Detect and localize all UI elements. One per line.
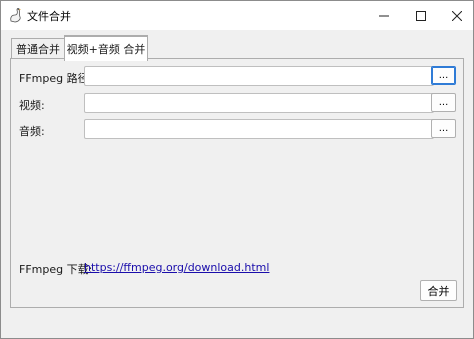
ffmpeg-download-link[interactable]: https://ffmpeg.org/download.html xyxy=(84,261,269,274)
close-button[interactable] xyxy=(435,1,474,30)
video-browse-button[interactable]: ... xyxy=(431,93,456,112)
ffmpeg-download-label: FFmpeg 下载: xyxy=(19,263,93,276)
video-label: 视频: xyxy=(19,99,45,112)
tab-panel-video-audio: FFmpeg 路径: ... 视频: ... 音频: ... FFmpeg 下载… xyxy=(10,58,464,308)
tab-normal-merge[interactable]: 普通合并 xyxy=(11,38,65,59)
goose-app-icon xyxy=(7,6,25,24)
audio-input[interactable] xyxy=(84,119,434,139)
merge-button[interactable]: 合并 xyxy=(420,280,457,301)
tab-label: 普通合并 xyxy=(16,43,60,56)
ffmpeg-path-label: FFmpeg 路径: xyxy=(19,72,93,85)
window-title: 文件合并 xyxy=(27,10,71,23)
audio-label: 音频: xyxy=(19,125,45,138)
audio-browse-button[interactable]: ... xyxy=(431,119,456,138)
ffmpeg-path-input[interactable] xyxy=(84,66,434,86)
title-bar[interactable]: 文件合并 xyxy=(1,1,473,30)
tab-label: 视频+音频 合并 xyxy=(66,43,146,56)
app-window: 文件合并 普通合并 视频+音频 合并 FFmpeg 路径: ... 视频: ..… xyxy=(0,0,474,339)
ffmpeg-browse-button[interactable]: ... xyxy=(431,66,456,85)
close-icon xyxy=(452,10,462,21)
tab-video-audio-merge[interactable]: 视频+音频 合并 xyxy=(64,35,148,61)
maximize-icon xyxy=(416,10,426,21)
video-input[interactable] xyxy=(84,93,434,113)
minimize-icon xyxy=(379,15,389,16)
